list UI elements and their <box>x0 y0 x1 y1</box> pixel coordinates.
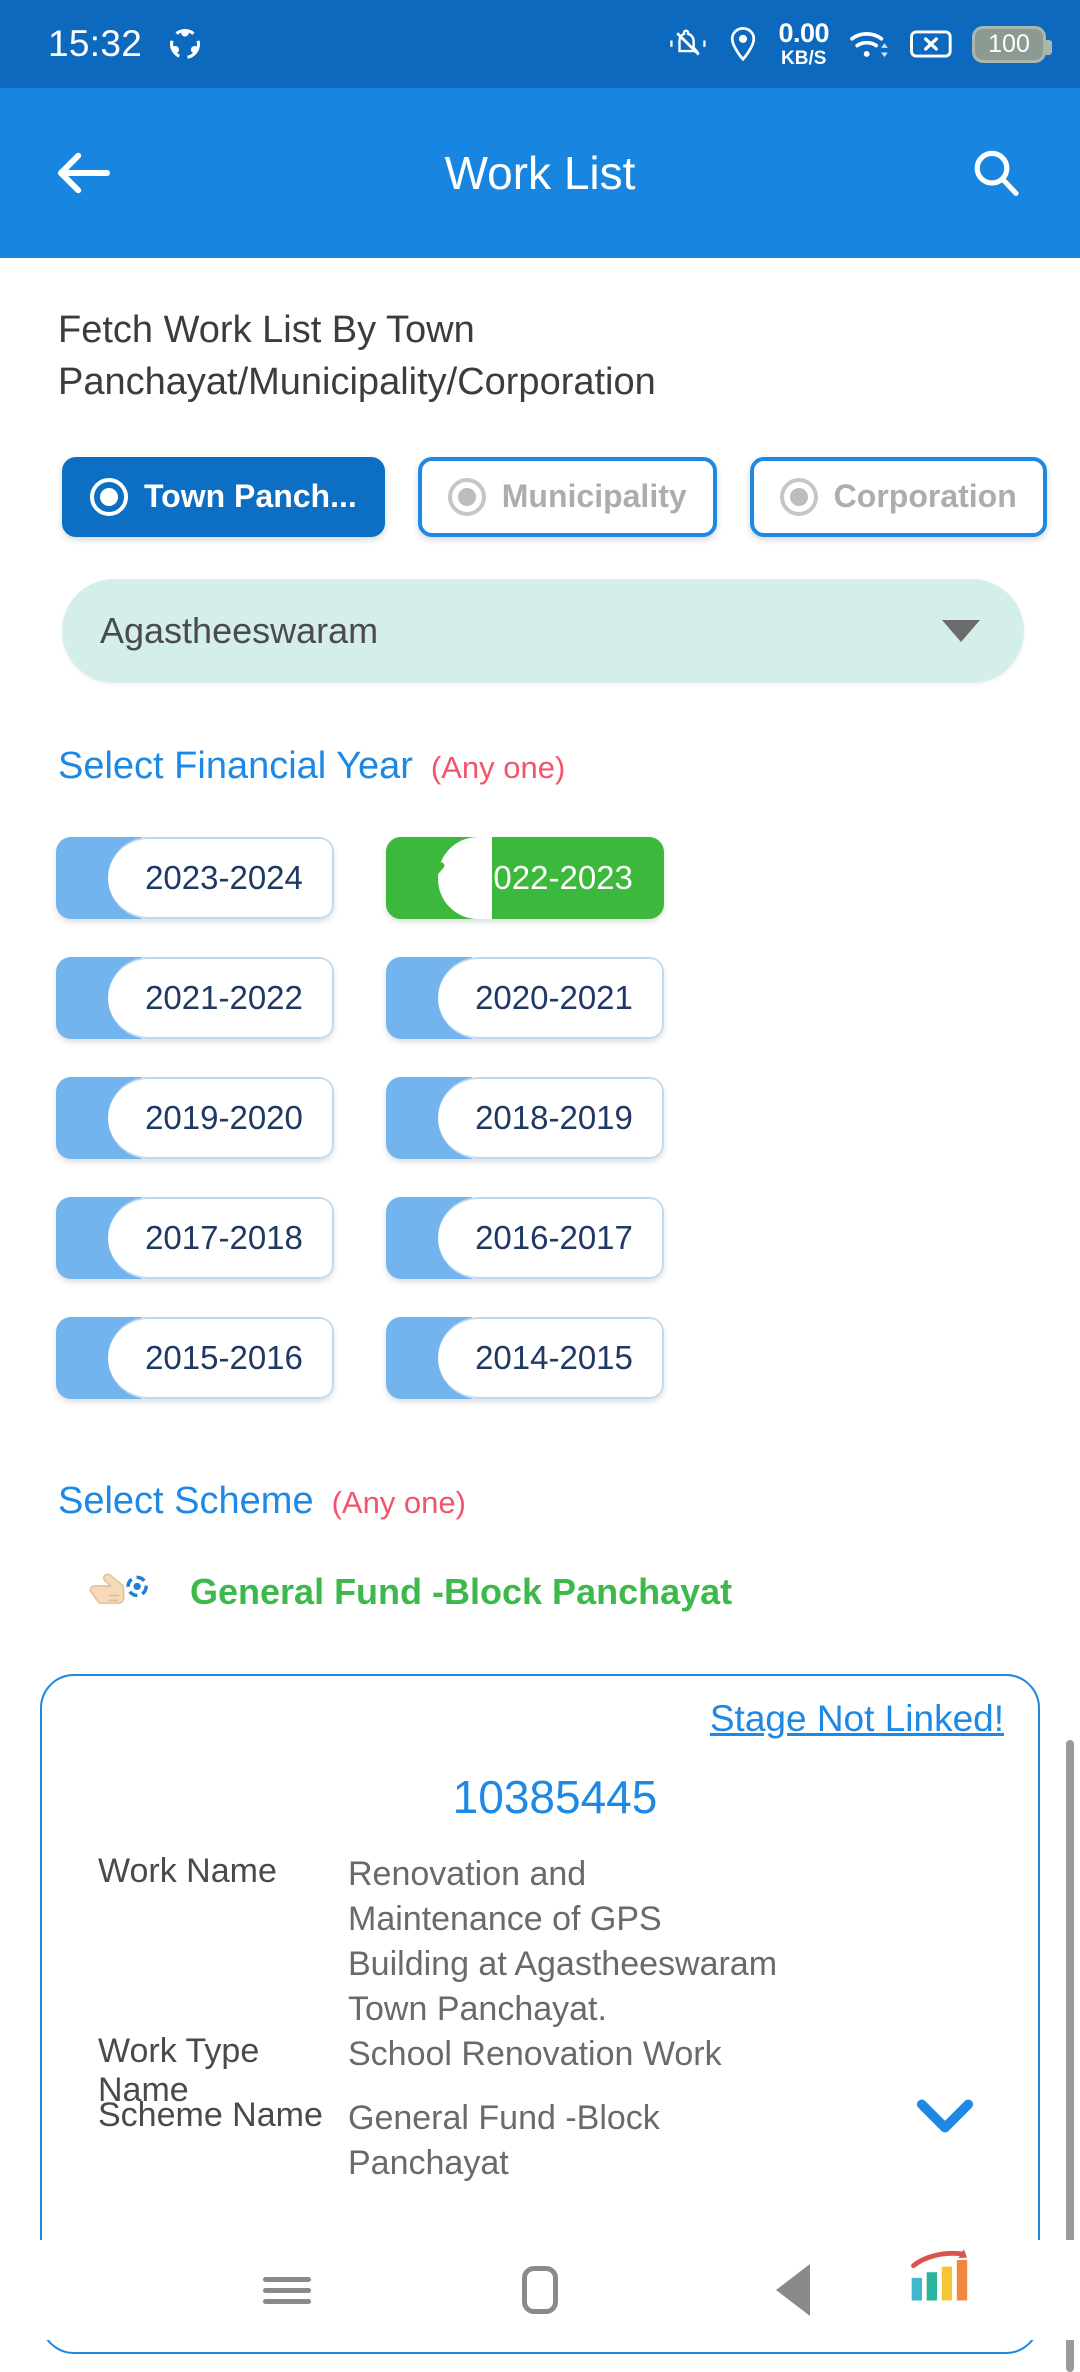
search-button[interactable] <box>956 133 1036 213</box>
scheme-hint: (Any one) <box>331 1484 466 1520</box>
pointing-hand-icon <box>86 1563 164 1622</box>
financial-year-label: 2019-2020 <box>145 1098 303 1136</box>
radio-indicator <box>779 477 818 516</box>
chevron-down-icon <box>942 619 980 642</box>
radio-indicator-selected <box>90 477 128 516</box>
financial-year-chip[interactable]: 2019-2020 <box>56 1076 334 1159</box>
financial-year-label: 2018-2019 <box>475 1098 633 1136</box>
network-speed-value: 0.00 <box>778 18 829 48</box>
scheme-name-value: General Fund -Block Panchayat <box>348 2098 660 2182</box>
financial-year-label: 2021-2022 <box>145 978 303 1016</box>
financial-year-chip[interactable]: 2014-2015 <box>386 1316 664 1399</box>
stage-not-linked-link[interactable]: Stage Not Linked! <box>710 1698 1004 1740</box>
financial-year-hint: (Any one) <box>430 749 566 785</box>
location-dropdown[interactable]: Agastheeswaram <box>62 578 1024 683</box>
network-speed-unit: KB/S <box>781 48 827 69</box>
financial-year-chip[interactable]: 2017-2018 <box>56 1196 334 1279</box>
work-card[interactable]: Stage Not Linked! 10385445 Work Name Ren… <box>40 1673 1040 2354</box>
scheme-name-label: Scheme Name <box>98 2095 323 2134</box>
radio-option-town-panchayat[interactable]: Town Panch... <box>62 456 385 537</box>
status-time: 15:32 <box>48 23 143 64</box>
radio-option-corporation[interactable]: Corporation <box>749 456 1047 537</box>
page-title: Work List <box>444 147 636 199</box>
network-speed: 0.00 KB/S <box>778 18 829 69</box>
radio-indicator <box>447 477 486 516</box>
scheme-option-row[interactable]: General Fund -Block Panchayat <box>0 1523 1080 1622</box>
financial-year-chip[interactable]: 2016-2017 <box>386 1196 664 1279</box>
search-icon <box>974 150 1019 197</box>
financial-year-label: 2016-2017 <box>475 1218 633 1256</box>
financial-year-label: 2023-2024 <box>145 858 303 896</box>
chevron-down-icon <box>916 2099 974 2133</box>
work-card-container: Stage Not Linked! 10385445 Work Name Ren… <box>0 1622 1080 2354</box>
work-name-value: Renovation and Maintenance of GPS Buildi… <box>348 1854 778 2028</box>
page-content: Fetch Work List By Town Panchayat/Munici… <box>0 258 1080 2372</box>
radio-label: Corporation <box>833 478 1017 515</box>
battery-icon: 100 <box>972 25 1052 63</box>
arrow-left-icon <box>57 152 111 194</box>
wifi-icon <box>850 32 888 58</box>
scheme-section-title: Select Scheme (Any one) <box>0 1418 1080 1523</box>
financial-year-label: 2020-2021 <box>475 978 633 1016</box>
financial-year-section-title: Select Financial Year (Any one) <box>0 683 1080 788</box>
check-icon <box>405 862 445 894</box>
financial-year-chip[interactable]: 2015-2016 <box>56 1316 334 1399</box>
battery-level: 100 <box>988 29 1030 58</box>
financial-year-title: Select Financial Year <box>58 744 413 787</box>
work-id: 10385445 <box>452 1770 658 1823</box>
financial-year-chip[interactable]: 2021-2022 <box>56 956 334 1039</box>
radio-label: Town Panch... <box>144 478 357 515</box>
work-name-row: Work Name Renovation and Maintenance of … <box>98 1852 778 2032</box>
financial-year-label: 2017-2018 <box>145 1218 303 1256</box>
status-left-icons <box>168 27 202 61</box>
work-name-label: Work Name <box>98 1851 277 1890</box>
financial-year-chip[interactable]: 2018-2019 <box>386 1076 664 1159</box>
bar-chart-growth-icon[interactable] <box>906 2247 970 2310</box>
status-bar: 15:32 0.00 KB/S 100 <box>0 0 1080 88</box>
financial-year-label: 2014-2015 <box>475 1338 633 1376</box>
status-right-icons: 0.00 KB/S 100 <box>668 18 1052 69</box>
location-icon <box>731 27 756 62</box>
financial-year-chip[interactable]: 2020-2021 <box>386 956 664 1039</box>
notifications-muted-icon <box>670 29 707 56</box>
radio-option-municipality[interactable]: Municipality <box>417 456 717 537</box>
app-bar: Work List <box>0 88 1080 258</box>
financial-year-grid: 2023-2024 2022-2023 2021-2022 2020-2021 … <box>0 788 1010 1418</box>
financial-year-chip-selected[interactable]: 2022-2023 <box>386 836 664 919</box>
scheme-selected-label: General Fund -Block Panchayat <box>190 1571 733 1613</box>
radio-label: Municipality <box>501 478 687 515</box>
location-dropdown-value: Agastheeswaram <box>100 609 379 651</box>
financial-year-label: 2015-2016 <box>145 1338 303 1376</box>
page-heading: Fetch Work List By Town Panchayat/Munici… <box>58 309 656 404</box>
scheme-name-row: Scheme Name General Fund -Block Panchaya… <box>98 2096 778 2186</box>
back-button[interactable] <box>44 133 124 213</box>
body-type-radio-group: Town Panch... Municipality Corporation <box>0 409 1080 537</box>
no-sim-icon <box>910 30 952 58</box>
scheme-title: Select Scheme <box>58 1479 314 1522</box>
financial-year-chip[interactable]: 2023-2024 <box>56 836 334 919</box>
expand-card-button[interactable] <box>914 2096 976 2141</box>
share-icon <box>170 28 201 60</box>
